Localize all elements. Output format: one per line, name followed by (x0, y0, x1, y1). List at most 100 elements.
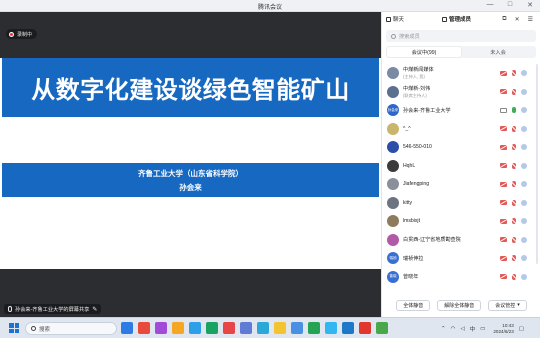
microphone-off-icon[interactable] (512, 70, 516, 76)
tab-members[interactable]: 管理成员 (438, 12, 490, 26)
menu-icon[interactable]: ☰ (528, 16, 533, 23)
microphone-off-icon[interactable] (512, 88, 516, 95)
popout-icon[interactable]: ⧉ (502, 16, 506, 23)
unmute-all-button[interactable]: 解除全体静音 (437, 299, 482, 311)
microphone-off-icon[interactable] (512, 162, 516, 169)
keyboard-icon[interactable]: ▭ (480, 326, 485, 332)
taskbar-app-icon[interactable] (121, 322, 133, 334)
clock[interactable]: 10:43 2024/6/23 (493, 323, 513, 335)
chat-bubble-icon[interactable] (521, 88, 527, 95)
taskbar-app-icon[interactable] (155, 322, 167, 334)
participant-row[interactable]: ^_^ (382, 120, 540, 139)
camera-off-icon[interactable] (500, 218, 507, 224)
taskbar-app-icon[interactable] (223, 322, 235, 334)
participant-row[interactable]: 546-550-010 (382, 138, 540, 157)
taskbar-app-icon[interactable] (376, 322, 388, 334)
camera-off-icon[interactable] (500, 89, 507, 94)
chat-bubble-icon[interactable] (521, 107, 527, 113)
camera-off-icon[interactable] (500, 255, 507, 261)
taskbar-app-icon[interactable] (308, 322, 320, 334)
chat-bubble-icon[interactable] (521, 181, 527, 187)
microphone-off-icon[interactable] (512, 125, 516, 132)
taskbar-app-icon[interactable] (172, 322, 184, 334)
camera-off-icon[interactable] (500, 181, 507, 187)
participant-row[interactable]: HqhL (382, 157, 540, 176)
chat-bubble-icon[interactable] (521, 255, 527, 261)
meeting-management-button[interactable]: 会议管控 ▾ (488, 299, 527, 311)
participant-row[interactable]: 中煤新-刘伟 (联席主持人) (382, 83, 540, 102)
taskbar-app-icon[interactable] (274, 322, 286, 334)
participant-row[interactable]: 孙会来 孙会来-齐鲁工业大学 (382, 101, 540, 120)
chat-bubble-icon[interactable] (521, 273, 527, 280)
taskbar-app-icon[interactable] (206, 322, 218, 334)
camera-off-icon[interactable] (500, 200, 507, 205)
recording-badge[interactable]: 录制中 (6, 29, 38, 39)
camera-off-icon[interactable] (500, 70, 507, 76)
camera-off-icon[interactable] (500, 163, 507, 168)
system-tray: ⌃ ◠ ◁ 中 ▭ 10:43 2024/6/23 ▢ (441, 318, 540, 338)
chat-bubble-icon[interactable] (521, 218, 527, 224)
notification-icon[interactable]: ▢ (519, 326, 524, 332)
tab-chat[interactable]: 聊天 (382, 12, 438, 26)
chat-bubble-icon[interactable] (521, 162, 527, 169)
avatar (387, 196, 399, 209)
close-panel-icon[interactable]: ✕ (515, 16, 520, 23)
close-button[interactable]: ✕ (526, 1, 534, 9)
segment-in-meeting[interactable]: 会议中(99) (387, 47, 461, 57)
ime-indicator[interactable]: 中 (470, 325, 476, 333)
participant-name: 中煤新-刘伟 (403, 85, 431, 92)
mute-all-button[interactable]: 全体静音 (396, 299, 431, 311)
microphone-off-icon[interactable] (512, 236, 516, 243)
participant-status-icons (500, 88, 527, 95)
taskbar-app-icon[interactable] (359, 322, 371, 334)
chevron-up-icon[interactable]: ⌃ (441, 326, 446, 332)
slide-title: 从数字化建设谈绿色智能矿山 (31, 76, 350, 104)
participant-row[interactable]: 白贯西-辽宁省地质勘查院 (382, 231, 540, 250)
participant-row[interactable]: 瑞祯 瑞祯伸拉 (382, 249, 540, 268)
chat-bubble-icon[interactable] (521, 236, 527, 243)
chat-bubble-icon[interactable] (521, 199, 527, 206)
chat-bubble-icon[interactable] (521, 70, 527, 76)
chat-bubble-icon[interactable] (521, 125, 527, 132)
minimize-button[interactable]: — (486, 1, 494, 9)
camera-off-icon[interactable] (500, 144, 507, 150)
microphone-off-icon[interactable] (512, 255, 516, 261)
participant-row[interactable]: kitty (382, 194, 540, 213)
taskbar-search[interactable]: 搜索 (25, 322, 117, 335)
speaker-icon[interactable]: ◁ (460, 326, 464, 332)
taskbar-app-icon[interactable] (257, 322, 269, 334)
camera-off-icon[interactable] (500, 274, 507, 279)
microphone-off-icon[interactable] (512, 181, 516, 187)
member-segment-control: 会议中(99) 未入会 (386, 46, 536, 58)
camera-off-icon[interactable] (500, 126, 507, 131)
microphone-off-icon[interactable] (512, 144, 516, 150)
maximize-button[interactable]: □ (506, 1, 514, 9)
taskbar-app-icon[interactable] (342, 322, 354, 334)
participant-status-icons (500, 218, 527, 224)
member-search-placeholder: 搜索成员 (399, 33, 420, 40)
participant-row[interactable]: 曾晓 曾晓年 (382, 268, 540, 287)
microphone-off-icon[interactable] (512, 218, 516, 224)
pen-icon[interactable]: ✎ (92, 306, 97, 313)
wifi-icon[interactable]: ◠ (451, 326, 456, 332)
start-button[interactable] (9, 323, 19, 333)
participant-name: 孙会来-齐鲁工业大学 (403, 107, 451, 114)
taskbar-app-icon[interactable] (240, 322, 252, 334)
taskbar-app-icon[interactable] (138, 322, 150, 334)
microphone-on-icon[interactable] (512, 107, 516, 113)
taskbar-app-icon[interactable] (189, 322, 201, 334)
taskbar-app-icon[interactable] (291, 322, 303, 334)
participant-status-icons (500, 181, 527, 187)
microphone-off-icon[interactable] (512, 199, 516, 206)
taskbar-app-icon[interactable] (325, 322, 337, 334)
participant-row[interactable]: lmsbixjt (382, 212, 540, 231)
screen-share-icon[interactable] (500, 107, 507, 113)
camera-off-icon[interactable] (500, 237, 507, 242)
microphone-off-icon[interactable] (512, 273, 516, 280)
member-search[interactable]: 搜索成员 (386, 30, 536, 42)
participant-row[interactable]: 中煤新闻媒体 (主持人, 我) (382, 64, 540, 83)
participant-row[interactable]: Jiafengping (382, 175, 540, 194)
chat-bubble-icon[interactable] (521, 144, 527, 150)
participant-list-scrollbar[interactable] (536, 64, 538, 264)
segment-not-joined[interactable]: 未入会 (461, 47, 535, 57)
